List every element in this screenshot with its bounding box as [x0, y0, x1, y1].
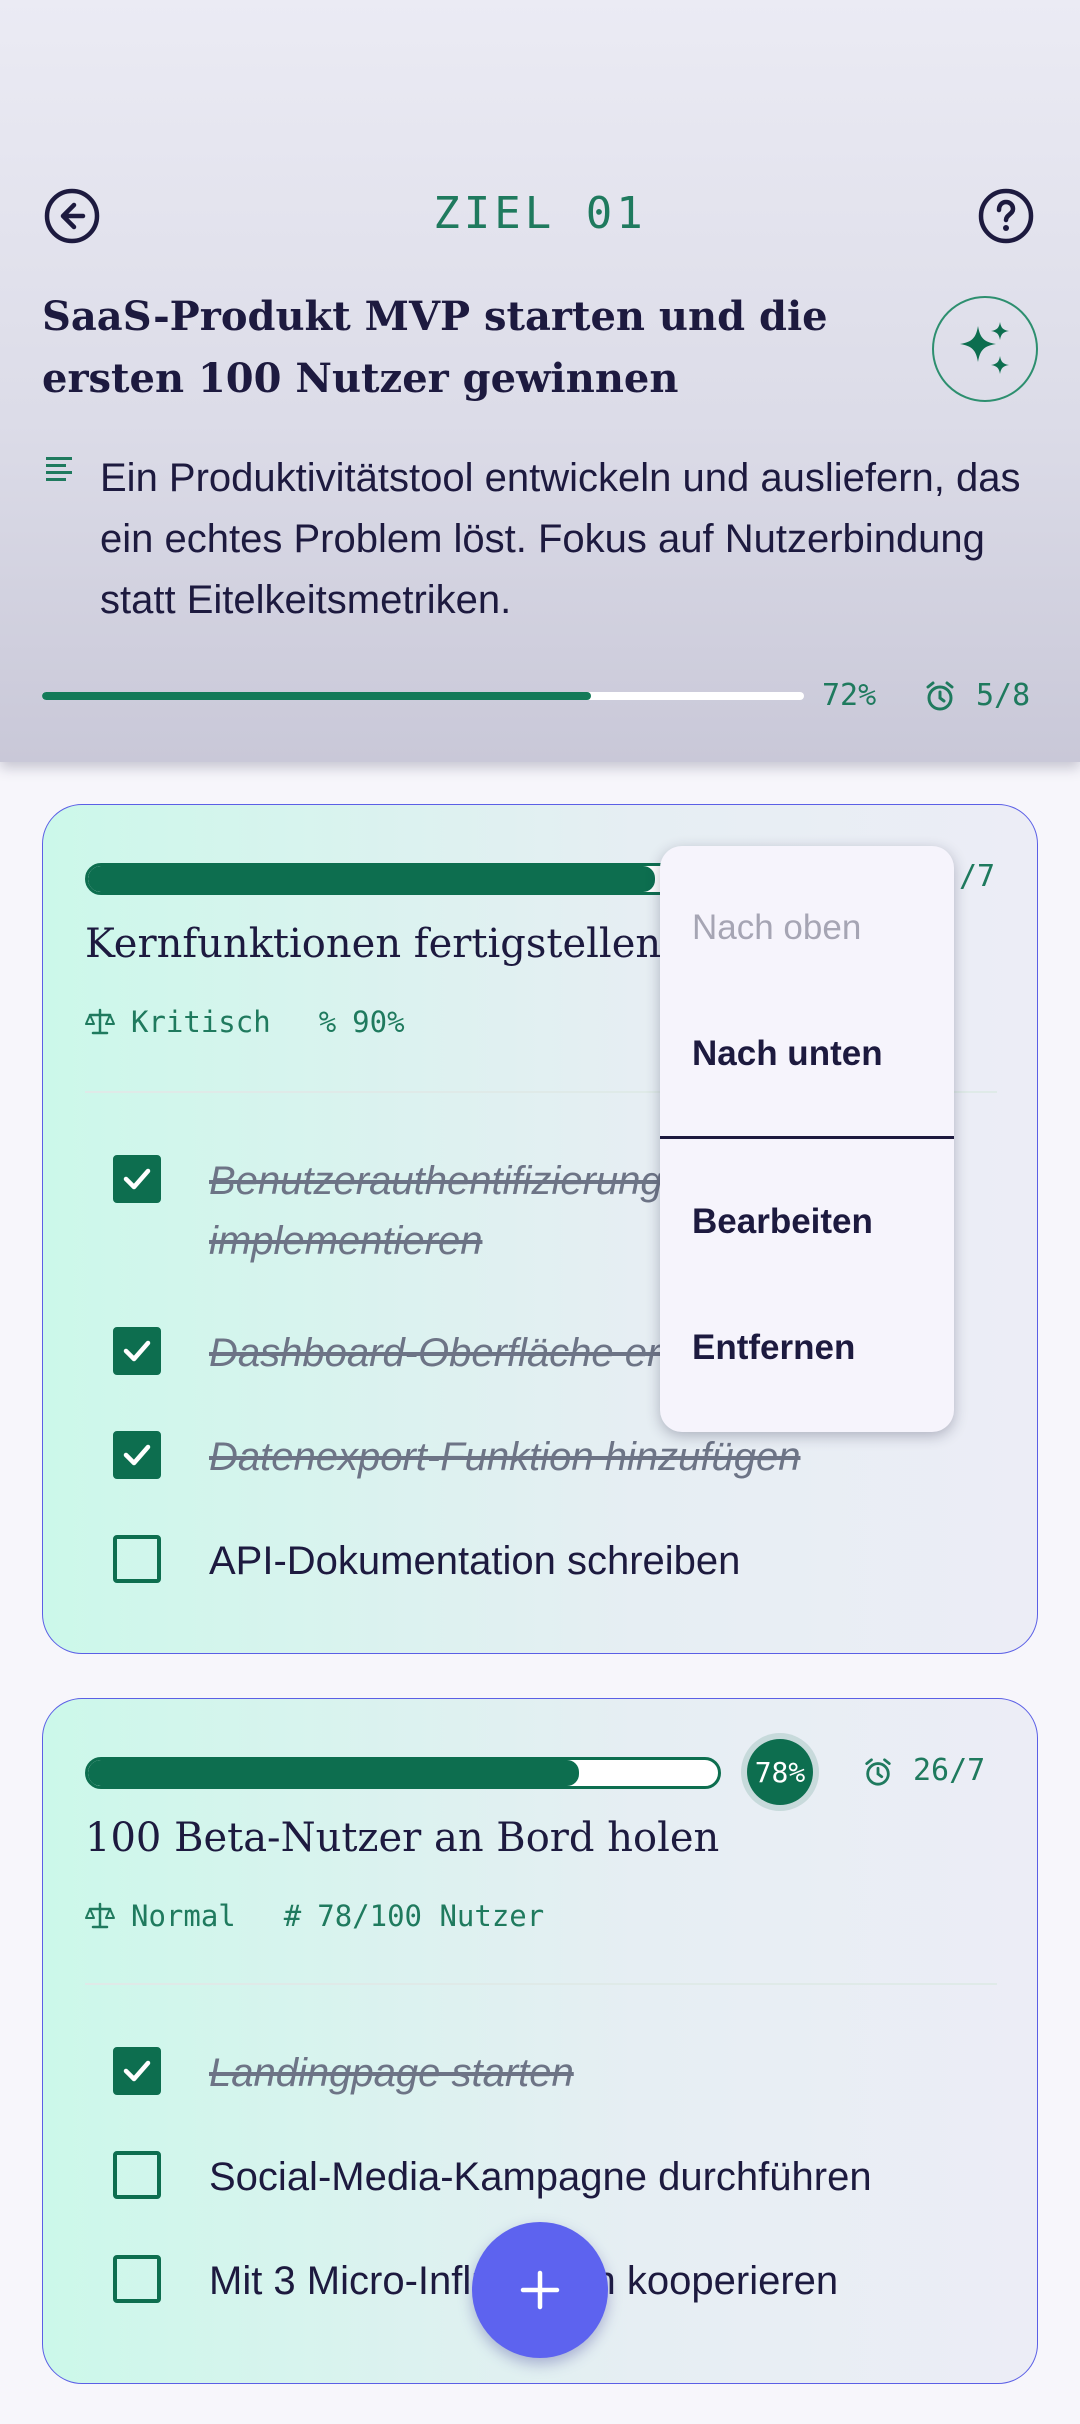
key-result-progress-badge: 78%: [747, 1739, 813, 1805]
checkmark-icon: [123, 1168, 151, 1190]
task-checkbox[interactable]: [113, 1535, 161, 1583]
checkmark-icon: [123, 1444, 151, 1466]
key-result-date: /7: [959, 859, 996, 894]
task-item[interactable]: Social-Media-Kampagne durchführen: [113, 2147, 993, 2207]
menu-item-remove[interactable]: Entfernen: [692, 1328, 855, 1368]
task-item[interactable]: Datenexport-Funktion hinzufügen: [113, 1427, 993, 1487]
key-result-date: 26/7: [913, 1753, 986, 1788]
task-item[interactable]: API-Dokumentation schreiben: [113, 1531, 993, 1591]
checkmark-icon: [123, 1340, 151, 1362]
key-result-metric: 78/100 Nutzer: [317, 1899, 545, 1933]
percent-icon: %: [318, 1005, 337, 1039]
add-button[interactable]: [472, 2222, 608, 2358]
goal-progress-fill: [42, 692, 591, 700]
key-result-progress-fill: [88, 866, 655, 892]
key-result-progress-bar: [85, 863, 721, 895]
hash-icon: #: [283, 1899, 302, 1933]
key-result-metric: 90%: [352, 1005, 405, 1039]
checkmark-icon: [123, 2060, 151, 2082]
notes-icon: [46, 457, 72, 481]
plus-icon: [520, 2270, 560, 2310]
task-item[interactable]: Landingpage starten: [113, 2043, 993, 2103]
alarm-icon: [926, 681, 954, 711]
ai-assist-button[interactable]: [932, 296, 1038, 402]
task-checkbox[interactable]: [113, 1431, 161, 1479]
goal-progress-bar: [42, 692, 804, 700]
key-result-priority: Normal: [131, 1899, 236, 1933]
key-result-priority: Kritisch: [131, 1005, 271, 1039]
task-checkbox[interactable]: [113, 2047, 161, 2095]
help-circle-icon: [978, 188, 1034, 244]
task-label: Datenexport-Funktion hinzufügen: [209, 1435, 801, 1479]
task-checkbox[interactable]: [113, 1327, 161, 1375]
menu-item-edit[interactable]: Bearbeiten: [692, 1202, 873, 1242]
key-result-title: Kernfunktionen fertigstellen: [85, 921, 662, 967]
scale-icon: [85, 1008, 115, 1035]
task-label: Benutzerauthentifizierung implementieren: [209, 1159, 663, 1263]
help-button[interactable]: [970, 180, 1042, 252]
menu-divider: [660, 1136, 954, 1139]
goal-task-count: 5/8: [976, 678, 1031, 713]
goal-description: Ein Produktivitätstool entwickeln und au…: [100, 456, 1021, 622]
goal-header: ZIEL 01 SaaS-Produkt MVP starten und die…: [0, 0, 1080, 762]
key-result-progress-bar: [85, 1757, 721, 1789]
alarm-icon: [865, 1758, 891, 1786]
task-label: Landingpage starten: [209, 2051, 574, 2095]
menu-item-move-up: Nach oben: [692, 908, 862, 947]
scale-icon: [85, 1902, 115, 1929]
task-label: Social-Media-Kampagne durchführen: [209, 2155, 872, 2199]
key-result-progress-fill: [88, 1760, 580, 1786]
key-result-meta: Kritisch % 90%: [85, 1005, 405, 1039]
key-result-meta: Normal # 78/100 Nutzer: [85, 1899, 544, 1933]
task-checkbox[interactable]: [113, 2255, 161, 2303]
card-divider: [85, 1983, 997, 1985]
task-label: API-Dokumentation schreiben: [209, 1539, 741, 1583]
context-menu: Nach oben Nach unten Bearbeiten Entferne…: [660, 846, 954, 1432]
key-result-title: 100 Beta-Nutzer an Bord holen: [85, 1815, 720, 1861]
sparkles-icon: [960, 322, 1009, 374]
goal-label: ZIEL 01: [433, 188, 647, 239]
task-checkbox[interactable]: [113, 1155, 161, 1203]
goal-progress-label: 72%: [822, 678, 877, 713]
menu-item-move-down[interactable]: Nach unten: [692, 1034, 883, 1074]
task-checkbox[interactable]: [113, 2151, 161, 2199]
goal-title: SaaS-Produkt MVP starten und die ersten …: [42, 293, 828, 402]
